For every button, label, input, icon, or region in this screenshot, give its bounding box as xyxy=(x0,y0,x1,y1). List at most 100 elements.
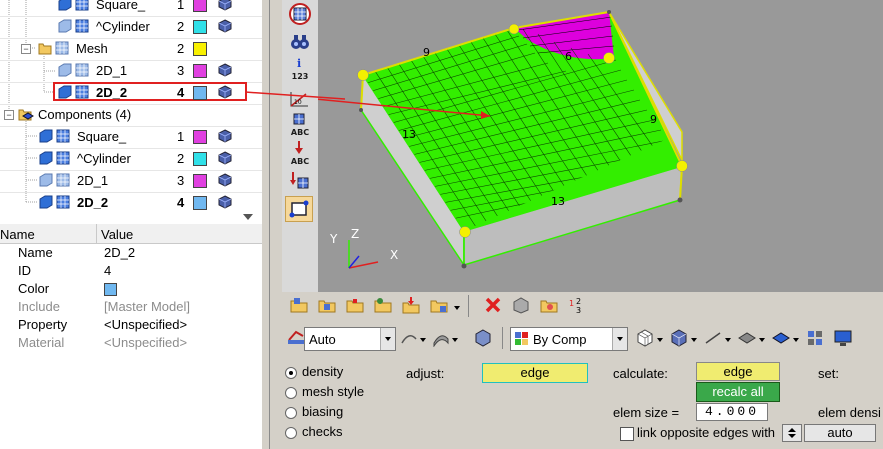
edge-density-label[interactable]: 9 xyxy=(650,113,657,126)
plane-icon[interactable] xyxy=(738,329,756,347)
wireframe-icon[interactable] xyxy=(636,329,654,347)
shaded-icon[interactable] xyxy=(670,329,688,347)
adjust-edge-selector[interactable]: edge xyxy=(482,363,588,383)
column-divider[interactable] xyxy=(96,224,97,243)
info-icon[interactable]: i xyxy=(288,56,312,70)
collapse-icon[interactable]: − xyxy=(21,44,31,54)
radio-mesh-style[interactable] xyxy=(285,387,297,399)
find-binoculars-icon[interactable] xyxy=(288,30,312,54)
cube-icon[interactable] xyxy=(218,195,232,209)
property-value[interactable]: <Unspecified> xyxy=(104,317,187,332)
open-components-icon[interactable] xyxy=(290,296,308,314)
link-opposite-edges-checkbox[interactable] xyxy=(620,427,634,441)
renumber-icon[interactable]: 123 xyxy=(568,296,586,315)
column-header-value[interactable]: Value xyxy=(101,227,133,242)
numbering-label[interactable]: 123 xyxy=(284,72,316,81)
delete-icon[interactable] xyxy=(484,296,502,314)
tree-row-square[interactable]: Square_ 1 xyxy=(0,0,262,17)
line-icon[interactable] xyxy=(704,329,722,347)
property-row-color[interactable]: Color xyxy=(0,280,262,298)
color-swatch[interactable] xyxy=(193,20,207,34)
panel-splitter[interactable] xyxy=(262,0,282,449)
folder-organize-icon[interactable] xyxy=(430,296,448,314)
tree-row-cylinder-component[interactable]: ^Cylinder 2 xyxy=(0,148,262,171)
cube-icon[interactable] xyxy=(218,0,232,11)
label-abc-text[interactable]: ABC xyxy=(284,157,316,166)
label-node-icon[interactable] xyxy=(288,140,312,156)
radio-label[interactable]: checks xyxy=(302,424,342,439)
tree-row-2d1-component[interactable]: 2D_1 3 xyxy=(0,170,262,193)
solid-icon[interactable] xyxy=(474,329,492,347)
chevron-down-icon[interactable] xyxy=(759,338,765,342)
tree-row-mesh-folder[interactable]: − Mesh 2 xyxy=(0,38,262,61)
edge-density-label[interactable]: 13 xyxy=(551,195,565,208)
edge-density-label[interactable]: 13 xyxy=(402,128,416,141)
property-row-include[interactable]: Include [Master Model] xyxy=(0,298,262,316)
folder-import-icon[interactable] xyxy=(402,296,420,314)
recalc-all-button[interactable]: recalc all xyxy=(696,382,780,402)
property-row-name[interactable]: Name 2D_2 xyxy=(0,244,262,262)
column-header-name[interactable]: Name xyxy=(0,227,35,242)
curve-icon[interactable] xyxy=(400,329,418,347)
chevron-down-icon[interactable] xyxy=(793,338,799,342)
edge-density-label[interactable]: 6 xyxy=(565,50,572,63)
radio-label[interactable]: mesh style xyxy=(302,384,364,399)
radio-label[interactable]: biasing xyxy=(302,404,343,419)
calculate-edge-button[interactable]: edge xyxy=(696,362,780,381)
graphics-viewport[interactable]: 9 6 9 13 13 Y Z X xyxy=(242,0,883,292)
property-row-property[interactable]: Property <Unspecified> xyxy=(0,316,262,334)
link-opposite-edges-label[interactable]: link opposite edges with xyxy=(637,425,775,440)
chevron-down-icon[interactable] xyxy=(420,338,426,342)
color-swatch[interactable] xyxy=(193,86,207,100)
color-by-select[interactable]: By Comp xyxy=(510,327,628,351)
display-mode-icon[interactable] xyxy=(288,2,312,26)
property-value[interactable]: 2D_2 xyxy=(104,245,135,260)
reverse-normals-icon[interactable] xyxy=(288,168,312,192)
radio-biasing[interactable] xyxy=(285,407,297,419)
color-swatch[interactable] xyxy=(193,152,207,166)
label-abc-text[interactable]: ABC xyxy=(284,128,316,137)
surface-icon[interactable] xyxy=(432,329,450,348)
folder-star-icon[interactable] xyxy=(540,296,558,314)
collapse-icon[interactable]: − xyxy=(4,110,14,120)
edge-density-label[interactable]: 9 xyxy=(423,46,430,59)
color-swatch[interactable] xyxy=(193,0,207,12)
color-swatch[interactable] xyxy=(193,174,207,188)
tree-row-cylinder[interactable]: ^Cylinder 2 xyxy=(0,16,262,39)
property-value[interactable]: 4 xyxy=(104,263,111,278)
tree-row-components-folder[interactable]: − Components (4) xyxy=(0,104,262,127)
tree-row-2d1-mesh[interactable]: 2D_1 3 xyxy=(0,60,262,83)
cube-icon[interactable] xyxy=(218,63,232,77)
auto-button[interactable]: auto xyxy=(804,424,876,442)
auto-mode-select[interactable]: Auto xyxy=(304,327,396,351)
tree-row-square-component[interactable]: Square_ 1 xyxy=(0,126,262,149)
mask-icon[interactable] xyxy=(512,296,530,314)
folder-config-icon[interactable] xyxy=(374,296,392,314)
monitor-icon[interactable] xyxy=(834,329,852,347)
property-row-id[interactable]: ID 4 xyxy=(0,262,262,280)
chevron-down-icon[interactable] xyxy=(691,338,697,342)
tree-panel-resize-handle[interactable] xyxy=(233,211,263,223)
radio-checks[interactable] xyxy=(285,427,297,439)
property-row-material[interactable]: Material <Unspecified> xyxy=(0,334,262,352)
mesh-edit-active-icon[interactable] xyxy=(285,196,313,222)
cube-icon[interactable] xyxy=(218,129,232,143)
color-value-swatch[interactable] xyxy=(104,283,117,296)
chevron-down-icon[interactable] xyxy=(452,338,458,342)
radio-label[interactable]: density xyxy=(302,364,343,379)
cube-icon[interactable] xyxy=(218,19,232,33)
color-swatch[interactable] xyxy=(193,196,207,210)
layout-icon[interactable] xyxy=(806,329,824,347)
cube-icon[interactable] xyxy=(218,151,232,165)
label-mesh-icon[interactable] xyxy=(288,112,312,126)
color-swatch[interactable] xyxy=(193,42,207,56)
tree-row-2d2-mesh[interactable]: 2D_2 4 xyxy=(0,82,262,105)
cube-icon[interactable] xyxy=(218,173,232,187)
chevron-down-icon[interactable] xyxy=(725,338,731,342)
elem-size-input[interactable]: 4.000 xyxy=(696,403,768,421)
tree-row-2d2-component[interactable]: 2D_2 4 xyxy=(0,192,262,211)
chevron-down-icon[interactable] xyxy=(454,306,460,310)
folder-color-icon[interactable] xyxy=(346,296,364,314)
chevron-down-icon[interactable] xyxy=(657,338,663,342)
color-swatch[interactable] xyxy=(193,130,207,144)
